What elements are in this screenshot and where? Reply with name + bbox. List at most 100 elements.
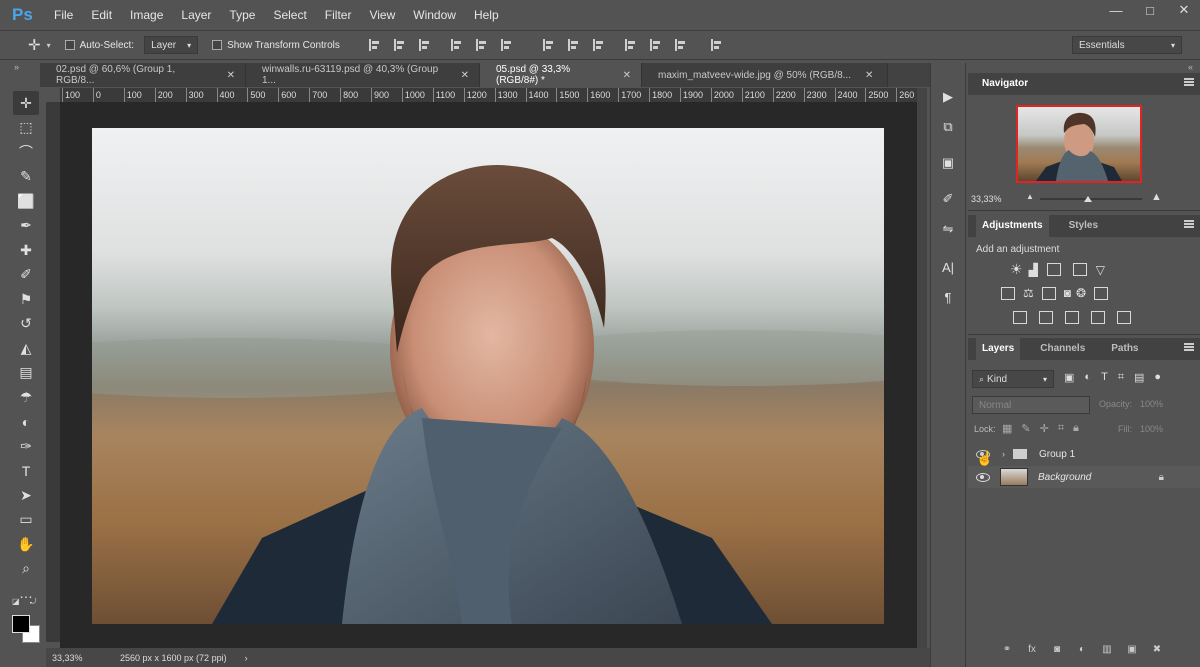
exposure-icon[interactable] xyxy=(1072,263,1087,276)
document-image[interactable] xyxy=(92,128,884,624)
brush-tool-icon[interactable]: ✐ xyxy=(13,263,39,287)
menu-view[interactable]: View xyxy=(369,8,395,22)
history-icon[interactable]: ⧉ xyxy=(935,115,961,139)
pen-tool-icon[interactable]: ✑ xyxy=(13,434,39,458)
fill-value[interactable]: 100% xyxy=(1140,424,1163,434)
layer-filter-dropdown[interactable]: ⌕ Kind ▾ xyxy=(972,370,1054,388)
healing-tool-icon[interactable]: ✚ xyxy=(13,238,39,262)
menu-image[interactable]: Image xyxy=(130,8,163,22)
quick-select-tool-icon[interactable]: ✎ xyxy=(13,165,39,189)
status-menu-arrow[interactable]: › xyxy=(245,653,248,663)
menu-filter[interactable]: Filter xyxy=(325,8,352,22)
gradient-tool-icon[interactable]: ▤ xyxy=(13,361,39,385)
filter-adjustment-icon[interactable]: ◐ xyxy=(1084,371,1091,384)
minimize-button[interactable]: — xyxy=(1108,3,1124,18)
move-tool-icon[interactable]: ✛ xyxy=(28,36,41,54)
brightness-icon[interactable]: ☀ xyxy=(1010,261,1023,278)
lasso-tool-icon[interactable]: ⌒ xyxy=(13,140,39,164)
collapse-left-icon[interactable]: » xyxy=(14,62,19,72)
color-balance-icon[interactable]: ⚖ xyxy=(1023,286,1034,300)
properties-icon[interactable]: ▣ xyxy=(935,151,961,175)
layer-row-group-1[interactable]: › Group 1 xyxy=(968,443,1200,465)
align-top-icon[interactable] xyxy=(368,39,380,51)
panel-menu-icon[interactable] xyxy=(1184,220,1194,228)
lock-pixels-icon[interactable]: ✎ xyxy=(1021,422,1030,435)
channel-mixer-icon[interactable]: ❂ xyxy=(1076,286,1086,300)
filter-toggle-icon[interactable]: ● xyxy=(1154,371,1161,384)
history-brush-tool-icon[interactable]: ↺ xyxy=(13,312,39,336)
menu-layer[interactable]: Layer xyxy=(181,8,211,22)
filter-smart-icon[interactable]: ▤ xyxy=(1134,371,1144,384)
stamp-tool-icon[interactable]: ⚑ xyxy=(13,287,39,311)
threshold-icon[interactable] xyxy=(1065,311,1079,324)
distribute-bottom-icon[interactable] xyxy=(592,39,604,51)
align-left-icon[interactable] xyxy=(450,39,462,51)
color-lookup-icon[interactable] xyxy=(1094,286,1109,300)
navigator-thumbnail[interactable] xyxy=(1016,105,1142,183)
zoom-tool-icon[interactable]: ⌕ xyxy=(13,557,39,581)
selective-color-icon[interactable] xyxy=(1091,311,1105,324)
navigator-zoom-slider[interactable] xyxy=(1040,196,1142,202)
photo-filter-icon[interactable]: ◙ xyxy=(1064,286,1071,300)
tool-preset-dropdown-icon[interactable]: ▾ xyxy=(47,41,51,50)
character-icon[interactable]: A| xyxy=(935,255,961,279)
curves-icon[interactable] xyxy=(1046,263,1061,276)
panel-menu-icon[interactable] xyxy=(1184,78,1194,86)
menu-file[interactable]: File xyxy=(54,8,73,22)
menu-edit[interactable]: Edit xyxy=(91,8,112,22)
lock-transparency-icon[interactable]: ▦ xyxy=(1002,422,1012,435)
invert-icon[interactable] xyxy=(1013,311,1027,324)
mask-icon[interactable]: ◙ xyxy=(1050,644,1064,656)
move-tool-icon[interactable]: ✛ xyxy=(13,91,39,115)
new-layer-icon[interactable]: ▣ xyxy=(1125,644,1139,656)
filter-shape-icon[interactable]: ⌗ xyxy=(1118,371,1124,384)
maximize-button[interactable]: □ xyxy=(1142,3,1158,18)
tab-winwalls-psd[interactable]: winwalls.ru-63119.psd @ 40,3% (Group 1..… xyxy=(246,63,480,87)
tab-05-psd[interactable]: 05.psd @ 33,3% (RGB/8#) * ✕ xyxy=(480,63,642,87)
distribute-hcenter-icon[interactable] xyxy=(649,39,661,51)
lock-artboard-icon[interactable]: ⌗ xyxy=(1058,422,1064,435)
link-icon[interactable]: ⚭ xyxy=(1000,644,1014,656)
vertical-scrollbar[interactable] xyxy=(917,88,927,648)
menu-window[interactable]: Window xyxy=(413,8,456,22)
foreground-color-swatch[interactable] xyxy=(12,615,30,633)
menu-type[interactable]: Type xyxy=(229,8,255,22)
layer-name[interactable]: Background xyxy=(1038,472,1091,483)
zoom-in-icon[interactable]: ▲ xyxy=(1151,191,1162,203)
close-icon[interactable]: ✕ xyxy=(461,70,469,81)
close-icon[interactable]: ✕ xyxy=(623,70,631,81)
tab-paths[interactable]: Paths xyxy=(1105,338,1144,360)
lock-all-icon[interactable]: 🔒︎ xyxy=(1073,422,1079,435)
brush-presets-icon[interactable]: ⇋ xyxy=(935,217,961,241)
trash-icon[interactable]: ✖ xyxy=(1150,644,1164,656)
dodge-tool-icon[interactable]: ◐ xyxy=(13,410,39,434)
adjustment-layer-icon[interactable]: ◐ xyxy=(1075,644,1089,656)
brush-settings-icon[interactable]: ✐ xyxy=(935,187,961,211)
gradient-map-icon[interactable] xyxy=(1117,311,1131,324)
auto-select-checkbox[interactable] xyxy=(64,40,75,50)
zoom-out-icon[interactable]: ▲ xyxy=(1026,192,1034,201)
layer-name[interactable]: Group 1 xyxy=(1039,449,1075,460)
tab-layers[interactable]: Layers xyxy=(976,338,1021,360)
posterize-icon[interactable] xyxy=(1039,311,1053,324)
marquee-tool-icon[interactable]: ⬚ xyxy=(13,116,39,140)
type-tool-icon[interactable]: T xyxy=(13,459,39,483)
tab-maxim-matveev-jpg[interactable]: maxim_matveev-wide.jpg @ 50% (RGB/8... ✕ xyxy=(642,63,888,87)
blur-tool-icon[interactable]: ☂ xyxy=(13,385,39,409)
close-icon[interactable]: ✕ xyxy=(865,70,873,81)
close-button[interactable]: ✕ xyxy=(1176,2,1192,18)
lock-position-icon[interactable]: ✛ xyxy=(1040,422,1049,435)
collapse-right-icon[interactable]: « xyxy=(1188,62,1193,72)
close-icon[interactable]: ✕ xyxy=(227,70,235,81)
eyedropper-tool-icon[interactable]: ✒ xyxy=(13,214,39,238)
slider-handle[interactable] xyxy=(1084,196,1092,202)
canvas-area[interactable] xyxy=(60,102,917,648)
workspace-dropdown[interactable]: Essentials ▾ xyxy=(1072,36,1182,54)
auto-align-icon[interactable] xyxy=(710,39,722,51)
align-hcenter-icon[interactable] xyxy=(475,39,487,51)
distribute-vcenter-icon[interactable] xyxy=(567,39,579,51)
tab-channels[interactable]: Channels xyxy=(1034,338,1091,360)
fx-icon[interactable]: fx xyxy=(1025,644,1039,656)
blend-mode-dropdown[interactable]: Normal xyxy=(972,396,1090,414)
tab-adjustments[interactable]: Adjustments xyxy=(976,215,1049,237)
